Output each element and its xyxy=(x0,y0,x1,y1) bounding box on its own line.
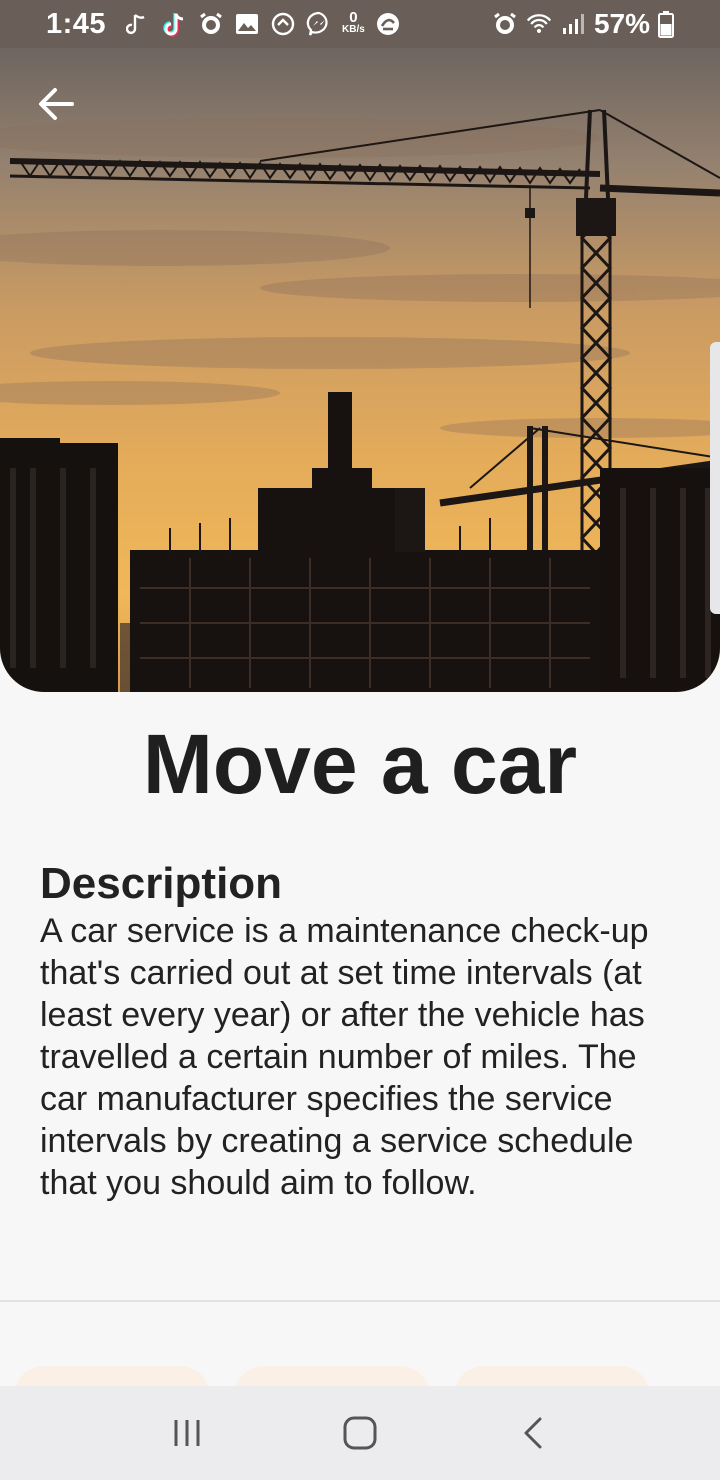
home-icon xyxy=(343,1416,377,1450)
scroll-handle[interactable] xyxy=(710,342,720,614)
alarm-icon xyxy=(200,12,222,34)
arrow-left-icon xyxy=(39,88,74,120)
data-speed-icon: 0 KB/s xyxy=(342,9,365,36)
tiktok-icon xyxy=(163,13,184,37)
battery-icon xyxy=(658,11,674,38)
speed-unit: KB/s xyxy=(342,24,365,35)
alarm-icon-right xyxy=(494,12,516,34)
back-chevron-icon xyxy=(524,1417,542,1449)
recents-button[interactable] xyxy=(157,1403,217,1463)
gallery-icon xyxy=(236,14,259,34)
battery-percent: 57% xyxy=(593,8,650,39)
divider xyxy=(0,1300,720,1302)
tiktok-music-icon xyxy=(126,14,145,35)
home-button[interactable] xyxy=(330,1403,390,1463)
hero-image xyxy=(0,48,720,692)
status-bar: 1:45 0 KB/s 57% xyxy=(0,0,720,48)
back-button[interactable] xyxy=(30,84,82,124)
sync-icon xyxy=(376,13,399,35)
page-title: Move a car xyxy=(142,717,578,811)
description-body: A car service is a maintenance check-up … xyxy=(40,912,649,1202)
speed-value: 0 xyxy=(349,9,358,26)
recents-icon xyxy=(174,1420,200,1446)
nav-back-button[interactable] xyxy=(503,1403,563,1463)
status-left: 1:45 0 KB/s xyxy=(46,8,401,41)
status-time: 1:45 xyxy=(46,7,107,40)
status-right: 57% xyxy=(492,8,674,40)
system-nav-bar xyxy=(0,1386,720,1480)
circle-icon xyxy=(271,12,295,36)
messenger-icon xyxy=(306,11,328,36)
wifi-icon xyxy=(526,14,552,34)
description-heading: Description xyxy=(40,859,283,908)
signal-icon xyxy=(562,14,584,34)
construction-sunset-illustration xyxy=(0,48,720,692)
